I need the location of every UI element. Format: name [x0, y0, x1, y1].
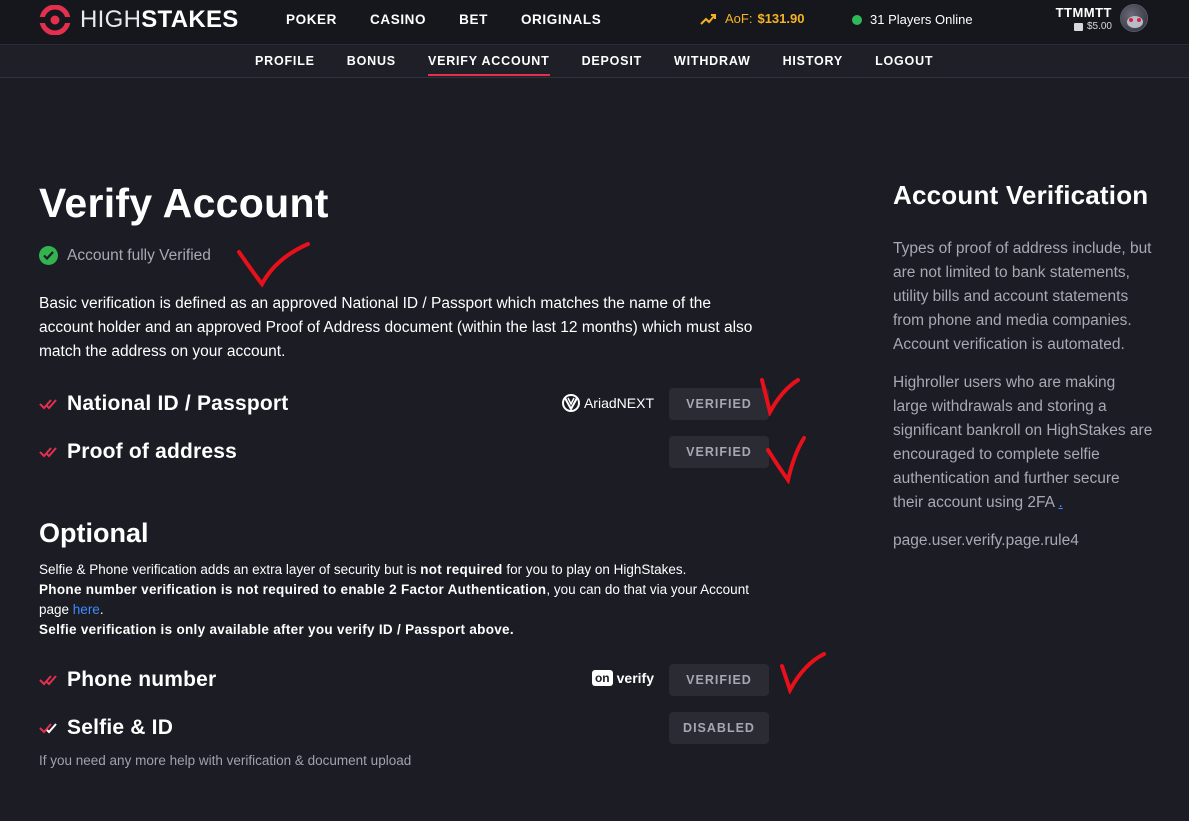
side-paragraph-2: Highroller users who are making large wi… [893, 371, 1153, 515]
players-online: 31 Players Online [852, 12, 973, 27]
ariadnext-logo-icon [561, 394, 580, 412]
online-dot-icon [852, 14, 862, 25]
subnav-verify-account[interactable]: VERIFY ACCOUNT [427, 54, 550, 76]
main-nav: POKER CASINO BET ORIGINALS [286, 12, 634, 27]
status-verified-badge: VERIFIED [669, 436, 769, 468]
optional-description: Selfie & Phone verification adds an extr… [39, 560, 759, 640]
nav-casino[interactable]: CASINO [370, 12, 426, 27]
subnav-logout[interactable]: LOGOUT [875, 54, 933, 76]
optional-line-1-bold: not required [420, 562, 503, 577]
subnav-deposit[interactable]: DEPOSIT [582, 54, 642, 76]
double-check-icon [39, 399, 57, 410]
nav-originals[interactable]: ORIGINALS [521, 12, 601, 27]
site-logo[interactable]: HIGHSTAKES [38, 5, 239, 35]
aof-label: AoF: [725, 11, 753, 26]
annotation-checkmark-1 [237, 242, 310, 288]
nav-poker[interactable]: POKER [286, 12, 337, 27]
account-subnav: PROFILE BONUS VERIFY ACCOUNT DEPOSIT WIT… [0, 46, 1189, 78]
requirement-selfie-id: Selfie & ID DISABLED [39, 712, 779, 744]
onverify-logo-icon: on [591, 670, 613, 686]
requirement-label: Proof of address [67, 440, 238, 463]
aof-amount: $131.90 [757, 11, 805, 26]
subnav-withdraw[interactable]: WITHDRAW [674, 54, 751, 76]
side-paragraph-3: page.user.verify.page.rule4 [893, 532, 1079, 549]
provider-name: verify [616, 670, 654, 686]
nav-bet[interactable]: BET [459, 12, 488, 27]
aof-balance[interactable]: AoF: $131.90 [700, 11, 804, 26]
optional-line-3-bold: Selfie verification is only available af… [39, 622, 514, 637]
account-verification-panel: Account Verification Types of proof of a… [893, 180, 1153, 553]
requirement-label: Selfie & ID [67, 716, 174, 739]
side-title: Account Verification [893, 180, 1149, 210]
double-check-icon [39, 723, 57, 734]
optional-title: Optional [39, 518, 149, 548]
avatar[interactable] [1120, 4, 1148, 32]
optional-line-1-post: for you to play on HighStakes. [502, 562, 687, 577]
status-verified-badge: VERIFIED [669, 664, 769, 696]
provider-ariadnext: AriadNEXT [561, 394, 654, 412]
subnav-profile[interactable]: PROFILE [255, 54, 315, 76]
top-bar: HIGHSTAKES POKER CASINO BET ORIGINALS Ao… [0, 0, 1189, 45]
players-online-text: 31 Players Online [870, 12, 973, 27]
subnav-bonus[interactable]: BONUS [347, 54, 396, 76]
optional-line-2-bold: Phone number verification is not require… [39, 582, 547, 597]
2fa-link[interactable]: . [1058, 494, 1062, 511]
username: TTMMTT [1055, 5, 1112, 20]
logo-icon [38, 5, 72, 35]
double-check-icon [39, 675, 57, 686]
double-check-icon [39, 447, 57, 458]
trend-up-icon [700, 13, 716, 25]
optional-line-2-end: . [99, 602, 104, 617]
verify-main: Verify Account Account fully Verified Ba… [39, 180, 779, 768]
requirement-phone-number: Phone number on verify VERIFIED [39, 664, 779, 696]
optional-line-3: Selfie verification is only available af… [39, 620, 759, 640]
provider-onverify: on verify [591, 670, 654, 686]
requirement-label: National ID / Passport [67, 392, 289, 415]
help-text: If you need any more help with verificat… [39, 753, 412, 768]
logo-text: HIGHSTAKES [80, 6, 239, 34]
subnav-history[interactable]: HISTORY [783, 54, 843, 76]
logo-text-light: HIGH [80, 6, 142, 33]
optional-line-1-pre: Selfie & Phone verification adds an extr… [39, 562, 421, 577]
intro-text: Basic verification is defined as an appr… [39, 295, 753, 360]
provider-name: AriadNEXT [583, 395, 654, 411]
annotation-checkmark-3 [766, 436, 806, 484]
balance-amount: $5.00 [1086, 21, 1112, 32]
coin-icon [1073, 22, 1083, 31]
avatar-image-icon [1127, 16, 1143, 28]
status-disabled-button[interactable]: DISABLED [669, 712, 769, 744]
optional-line-2: Phone number verification is not require… [39, 580, 759, 620]
account-page-link[interactable]: here [73, 602, 100, 617]
check-circle-icon [39, 246, 58, 265]
side-paragraph-1: Types of proof of address include, but a… [893, 240, 1152, 353]
requirement-label: Phone number [67, 668, 217, 691]
optional-line-1: Selfie & Phone verification adds an extr… [39, 560, 759, 580]
requirement-national-id: National ID / Passport AriadNEXT VERIFIE… [39, 388, 779, 420]
user-balance: $5.00 [1050, 21, 1112, 32]
status-verified-badge: VERIFIED [669, 388, 769, 420]
page-title: Verify Account [39, 180, 329, 226]
side-paragraph-2-text: Highroller users who are making large wi… [893, 374, 1153, 511]
logo-text-bold: STAKES [141, 6, 239, 33]
user-info[interactable]: TTMMTT $5.00 [1050, 5, 1112, 32]
requirement-proof-of-address: Proof of address VERIFIED [39, 436, 779, 468]
status-text: Account fully Verified [67, 246, 211, 264]
annotation-checkmark-4 [780, 652, 826, 694]
verification-status: Account fully Verified [39, 246, 211, 265]
annotation-checkmark-2 [760, 378, 800, 416]
